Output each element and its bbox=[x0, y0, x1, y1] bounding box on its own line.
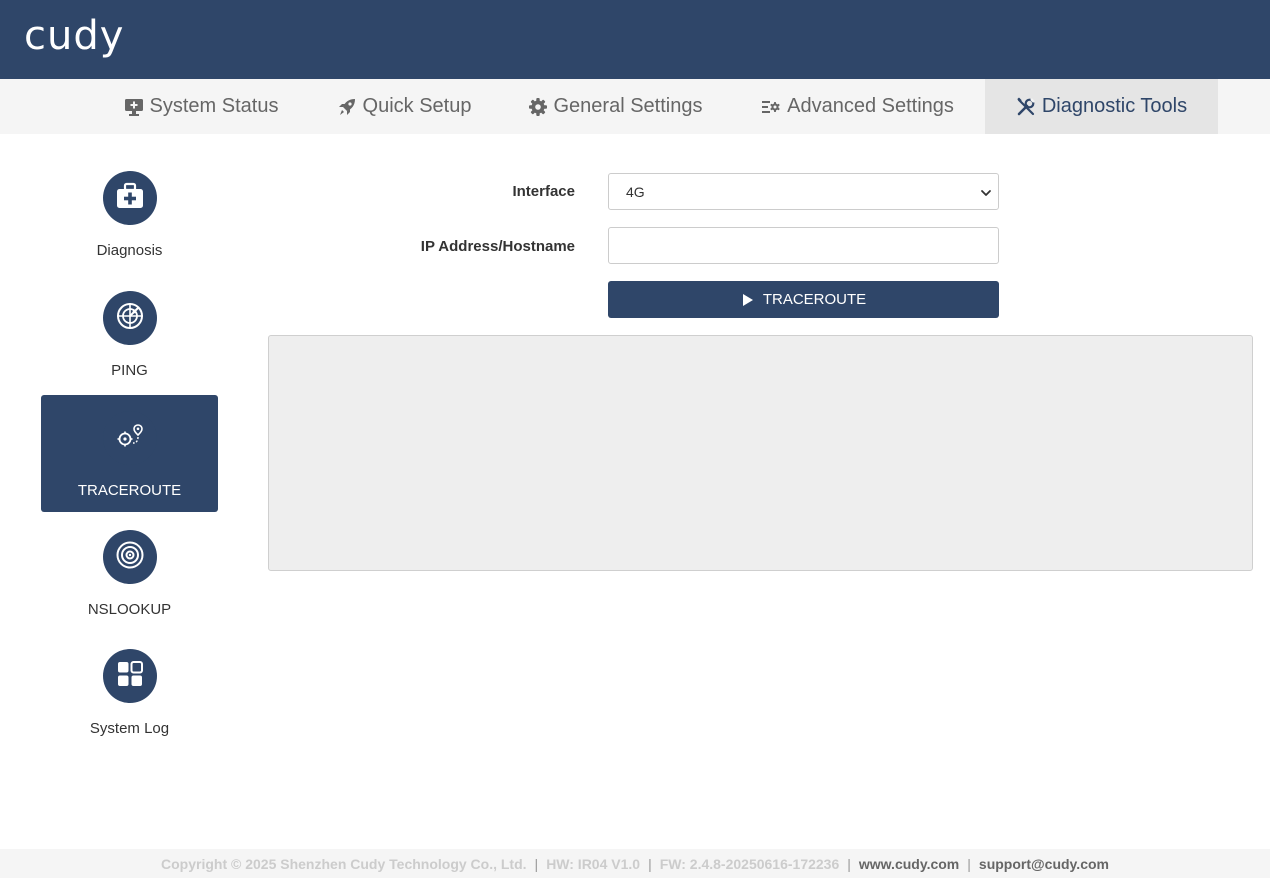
footer-website-link[interactable]: www.cudy.com bbox=[859, 856, 959, 872]
sliders-gear-icon bbox=[761, 97, 781, 117]
main-nav: System Status Quick Setup General Settin… bbox=[0, 79, 1270, 134]
rocket-icon bbox=[337, 97, 357, 117]
footer-separator: | bbox=[847, 855, 851, 872]
footer-separator: | bbox=[648, 855, 652, 872]
nav-label: Advanced Settings bbox=[787, 95, 954, 117]
top-header: cudy bbox=[0, 0, 1270, 79]
footer-hw: HW: IR04 V1.0 bbox=[546, 855, 641, 872]
interface-selected-value: 4G bbox=[626, 184, 645, 200]
traceroute-button[interactable]: TRACEROUTE bbox=[608, 281, 999, 318]
tools-icon bbox=[1016, 97, 1036, 117]
grid-icon bbox=[116, 660, 144, 693]
nav-label: System Status bbox=[149, 95, 279, 117]
icon-circle bbox=[103, 171, 157, 225]
nav-advanced-settings[interactable]: Advanced Settings bbox=[740, 79, 975, 134]
icon-circle bbox=[103, 530, 157, 584]
interface-label: Interface bbox=[512, 183, 575, 200]
gear-icon bbox=[528, 97, 548, 117]
chevron-down-icon bbox=[980, 186, 992, 198]
icon-circle bbox=[103, 291, 157, 345]
sidebar-item-traceroute[interactable]: TRACEROUTE bbox=[41, 395, 218, 512]
sidebar-item-ping[interactable]: PING bbox=[41, 275, 218, 392]
traceroute-button-label: TRACEROUTE bbox=[762, 291, 867, 308]
medical-kit-icon bbox=[114, 180, 146, 217]
route-pin-icon bbox=[115, 421, 145, 456]
footer-separator: | bbox=[967, 855, 971, 872]
sidebar-label: System Log bbox=[89, 720, 170, 737]
nav-diagnostic-tools[interactable]: Diagnostic Tools bbox=[985, 79, 1218, 134]
sidebar-item-system-log[interactable]: System Log bbox=[41, 633, 218, 750]
sidebar-label: TRACEROUTE bbox=[77, 482, 182, 499]
interface-select[interactable]: 4G bbox=[608, 173, 999, 210]
sidebar-label: NSLOOKUP bbox=[87, 601, 172, 618]
footer: Copyright © 2025 Shenzhen Cudy Technolog… bbox=[0, 849, 1270, 878]
footer-fw: FW: 2.4.8-20250616-172236 bbox=[659, 855, 840, 872]
target-icon bbox=[115, 540, 145, 575]
icon-circle bbox=[103, 649, 157, 703]
footer-support-link[interactable]: support@cudy.com bbox=[979, 856, 1109, 872]
cudy-logo[interactable]: cudy bbox=[24, 12, 124, 60]
nav-label: Diagnostic Tools bbox=[1041, 95, 1188, 117]
nav-label: General Settings bbox=[553, 95, 703, 117]
traceroute-output bbox=[268, 335, 1253, 571]
sidebar-item-diagnosis[interactable]: Diagnosis bbox=[41, 155, 218, 272]
host-input[interactable] bbox=[608, 227, 999, 264]
icon-circle bbox=[103, 411, 157, 465]
host-label: IP Address/Hostname bbox=[420, 238, 575, 255]
footer-copyright: Copyright © 2025 Shenzhen Cudy Technolog… bbox=[161, 855, 527, 872]
nav-general-settings[interactable]: General Settings bbox=[510, 79, 720, 134]
sidebar-item-nslookup[interactable]: NSLOOKUP bbox=[41, 514, 218, 631]
sidebar-label: PING bbox=[111, 362, 148, 379]
monitor-icon bbox=[124, 97, 144, 117]
nav-quick-setup[interactable]: Quick Setup bbox=[318, 79, 490, 134]
sidebar-label: Diagnosis bbox=[96, 242, 163, 259]
radar-icon bbox=[115, 301, 145, 336]
nav-label: Quick Setup bbox=[362, 95, 472, 117]
play-icon bbox=[741, 293, 755, 307]
footer-separator: | bbox=[534, 855, 539, 872]
nav-system-status[interactable]: System Status bbox=[104, 79, 298, 134]
